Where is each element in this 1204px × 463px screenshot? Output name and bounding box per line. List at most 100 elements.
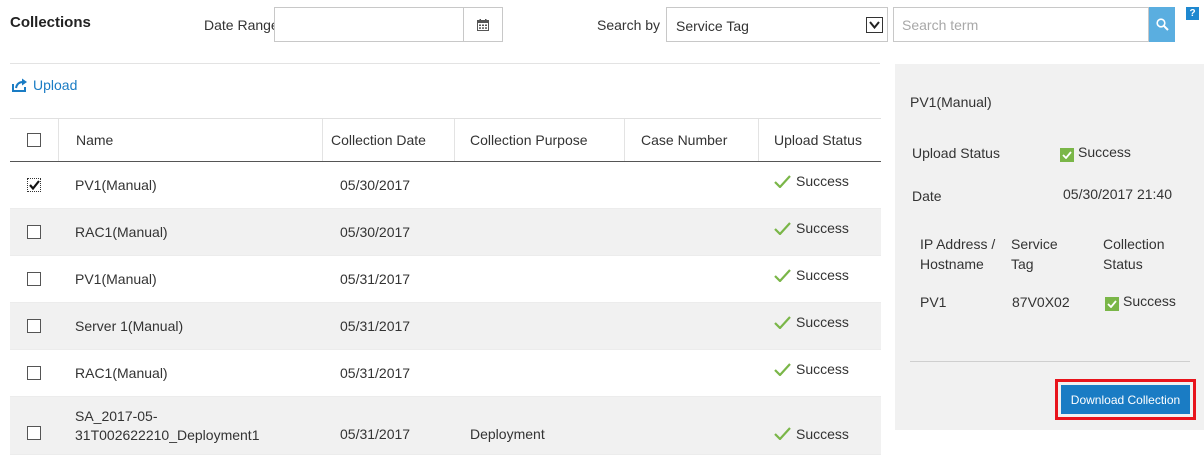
row-date: 05/31/2017: [340, 271, 411, 287]
row-select-cell: [10, 209, 58, 255]
detail-upload-status-label: Upload Status: [912, 145, 1000, 161]
row-purpose: [454, 303, 624, 349]
table-row[interactable]: PV1(Manual) 05/30/2017 Success: [10, 162, 881, 209]
detail-upload-status-value: Success: [1078, 144, 1131, 160]
row-status: Success: [758, 303, 881, 349]
success-check-icon: [774, 221, 791, 235]
detail-date-value: 05/30/2017 21:40: [1063, 186, 1172, 202]
toolbar: Collections Date Range: Search by Servic…: [0, 0, 1204, 48]
row-status: Success: [758, 209, 881, 255]
column-header-collection-purpose[interactable]: Collection Purpose: [454, 119, 624, 161]
table-row[interactable]: SA_2017-05- 31T002622210_Deployment1 05/…: [10, 397, 881, 455]
column-header-case-number[interactable]: Case Number: [624, 119, 758, 161]
search-icon: [1155, 18, 1169, 31]
row-checkbox[interactable]: [27, 319, 41, 333]
service-tag-header-line2: Tag: [1011, 256, 1034, 272]
row-date: 05/31/2017: [340, 425, 411, 442]
search-input[interactable]: [893, 7, 1149, 42]
row-status-label: Success: [796, 267, 849, 283]
row-status-label: Success: [796, 314, 849, 330]
select-all-checkbox[interactable]: [27, 133, 41, 147]
upload-link[interactable]: Upload: [12, 77, 77, 93]
search-by-select[interactable]: Service Tag: [666, 7, 888, 42]
service-tag-header-line1: Service: [1011, 236, 1058, 252]
table-row[interactable]: RAC1(Manual) 05/31/2017 Success: [10, 350, 881, 397]
row-checkbox[interactable]: [27, 366, 41, 380]
row-purpose: [454, 162, 624, 208]
checkmark-icon: [28, 180, 40, 190]
row-status: Success: [758, 256, 881, 302]
row-checkbox[interactable]: [27, 178, 41, 192]
row-status: Success: [758, 397, 881, 454]
row-purpose: [454, 350, 624, 396]
column-header-upload-status[interactable]: Upload Status: [758, 119, 881, 161]
page-title: Collections: [10, 14, 91, 31]
success-check-icon: [774, 427, 791, 440]
row-status: Success: [758, 350, 881, 396]
row-case: [624, 256, 758, 302]
row-name: RAC1(Manual): [75, 365, 168, 381]
download-collection-button[interactable]: Download Collection: [1061, 385, 1190, 414]
search-button[interactable]: [1149, 7, 1175, 42]
success-check-icon: [774, 174, 791, 188]
table-row[interactable]: RAC1(Manual) 05/30/2017 Success: [10, 209, 881, 256]
upload-icon: [12, 78, 27, 92]
row-name-line1: SA_2017-05-: [75, 407, 158, 424]
success-check-icon: [1105, 297, 1119, 311]
row-status-label: Success: [796, 425, 849, 442]
success-check-icon: [774, 315, 791, 329]
success-check-icon: [774, 362, 791, 376]
date-range-input[interactable]: [274, 7, 464, 42]
calendar-button[interactable]: [463, 7, 503, 42]
row-case: [624, 350, 758, 396]
column-header-name[interactable]: Name: [58, 119, 322, 161]
table-header: Name Collection Date Collection Purpose …: [10, 119, 881, 162]
row-select-cell: [10, 397, 58, 454]
panel-divider: [910, 361, 1190, 362]
row-name: SA_2017-05- 31T002622210_Deployment1: [58, 397, 322, 454]
detail-collection-status-value: Success: [1123, 293, 1176, 309]
row-name: Server 1(Manual): [75, 318, 184, 334]
row-date: 05/31/2017: [340, 318, 411, 334]
header-select-cell: [10, 119, 58, 161]
ip-header-line2: Hostname: [920, 256, 984, 272]
row-purpose: Deployment: [470, 425, 545, 442]
table-row[interactable]: PV1(Manual) 05/31/2017 Success: [10, 256, 881, 303]
collection-status-header-line2: Status: [1103, 256, 1143, 272]
column-header-collection-date[interactable]: Collection Date: [322, 119, 454, 161]
collection-detail-panel: PV1(Manual) Upload Status Success Date 0…: [895, 64, 1204, 430]
row-case: [624, 397, 758, 454]
row-select-cell: [10, 256, 58, 302]
success-check-icon: [1060, 148, 1074, 162]
detail-upload-status: Success: [1060, 144, 1131, 162]
detail-title: PV1(Manual): [910, 94, 992, 110]
detail-date-label: Date: [912, 188, 942, 204]
table-row[interactable]: Server 1(Manual) 05/31/2017 Success: [10, 303, 881, 350]
detail-host: PV1: [920, 294, 947, 310]
row-date: 05/30/2017: [340, 177, 411, 193]
success-check-icon: [774, 268, 791, 282]
row-name-line2: 31T002622210_Deployment1: [75, 426, 260, 443]
row-select-cell: [10, 162, 58, 208]
row-status-label: Success: [796, 173, 849, 189]
chevron-down-icon[interactable]: [866, 17, 883, 33]
upload-label: Upload: [33, 77, 78, 93]
row-checkbox[interactable]: [27, 425, 41, 440]
row-checkbox[interactable]: [27, 225, 41, 239]
detail-collection-status: Success: [1105, 293, 1176, 311]
row-checkbox[interactable]: [27, 272, 41, 286]
row-select-cell: [10, 350, 58, 396]
row-status: Success: [758, 162, 881, 208]
row-case: [624, 209, 758, 255]
help-button[interactable]: ?: [1186, 7, 1199, 20]
download-highlight-frame: Download Collection: [1055, 379, 1196, 420]
ip-header-line1: IP Address /: [920, 236, 996, 252]
toolbar-divider: [10, 63, 880, 64]
row-case: [624, 303, 758, 349]
row-status-label: Success: [796, 220, 849, 236]
row-purpose: [454, 209, 624, 255]
collection-status-header-line1: Collection: [1103, 236, 1165, 252]
row-name: PV1(Manual): [75, 177, 157, 193]
ip-hostname-header: IP Address / Hostname: [920, 234, 995, 274]
collection-status-header: Collection Status: [1103, 234, 1164, 274]
